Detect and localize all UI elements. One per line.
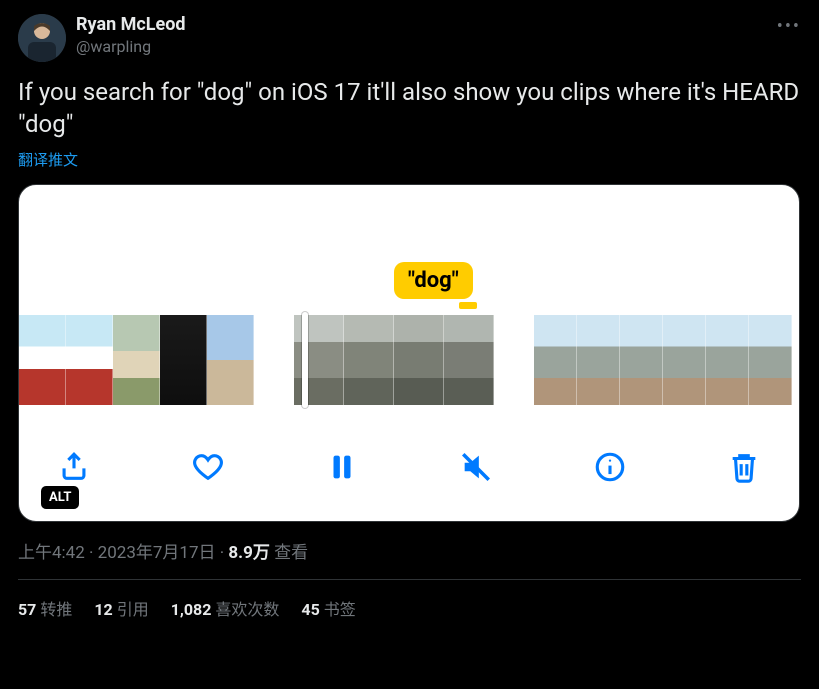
clip-thumb[interactable] xyxy=(620,315,663,405)
stat-quotes[interactable]: 12引用 xyxy=(94,596,148,620)
alt-badge[interactable]: ALT xyxy=(41,486,79,509)
stat-bookmarks[interactable]: 45书签 xyxy=(301,596,355,620)
stat-retweets[interactable]: 57转推 xyxy=(18,596,72,620)
tweet-meta: 上午4:42 · 2023年7月17日 · 8.9万 查看 xyxy=(18,538,801,563)
tweet-text: If you search for "dog" on iOS 17 it'll … xyxy=(18,76,801,141)
info-icon[interactable] xyxy=(593,450,627,484)
clip-thumb[interactable] xyxy=(577,315,620,405)
clip-group[interactable] xyxy=(534,315,792,405)
user-names: Ryan McLeod @warpling xyxy=(76,14,186,57)
display-name[interactable]: Ryan McLeod xyxy=(76,14,186,37)
caption-tag: "dog" xyxy=(394,262,473,299)
tweet-container: Ryan McLeod @warpling ••• If you search … xyxy=(0,0,819,620)
views-label[interactable]: 查看 xyxy=(270,543,308,563)
tweet-header: Ryan McLeod @warpling ••• xyxy=(18,14,801,62)
clip-thumb[interactable] xyxy=(160,315,207,405)
clip-thumb[interactable] xyxy=(207,315,254,405)
tweet-stats: 57转推 12引用 1,082喜欢次数 45书签 xyxy=(18,580,801,620)
speaker-muted-icon[interactable] xyxy=(459,450,493,484)
clip-thumb[interactable] xyxy=(534,315,577,405)
views-count: 8.9万 xyxy=(228,543,269,563)
timestamp-time[interactable]: 上午4:42 xyxy=(18,543,85,563)
heart-icon[interactable] xyxy=(191,450,225,484)
clip-thumb[interactable] xyxy=(66,315,113,405)
trash-icon[interactable] xyxy=(727,450,761,484)
caption-marker xyxy=(459,302,477,309)
clip-group-active[interactable] xyxy=(294,315,494,405)
pause-icon[interactable] xyxy=(325,450,359,484)
clip-thumb[interactable] xyxy=(706,315,749,405)
media-toolbar xyxy=(19,443,799,491)
clip-thumb[interactable] xyxy=(113,315,160,405)
clip-thumb[interactable] xyxy=(394,315,444,405)
media-attachment[interactable]: "dog" xyxy=(18,184,800,522)
avatar[interactable] xyxy=(18,14,66,62)
clip-thumb[interactable] xyxy=(19,315,66,405)
clip-thumb[interactable] xyxy=(344,315,394,405)
playhead[interactable] xyxy=(302,312,308,408)
translate-link[interactable]: 翻译推文 xyxy=(18,149,801,170)
user-handle[interactable]: @warpling xyxy=(76,37,186,57)
video-timeline xyxy=(19,315,799,405)
share-icon[interactable] xyxy=(57,450,91,484)
stat-likes[interactable]: 1,082喜欢次数 xyxy=(171,596,280,620)
clip-thumb[interactable] xyxy=(663,315,706,405)
clip-group[interactable] xyxy=(19,315,254,405)
clip-thumb[interactable] xyxy=(444,315,494,405)
timestamp-date[interactable]: 2023年7月17日 xyxy=(98,543,216,563)
more-button[interactable]: ••• xyxy=(777,16,801,37)
clip-thumb[interactable] xyxy=(749,315,792,405)
